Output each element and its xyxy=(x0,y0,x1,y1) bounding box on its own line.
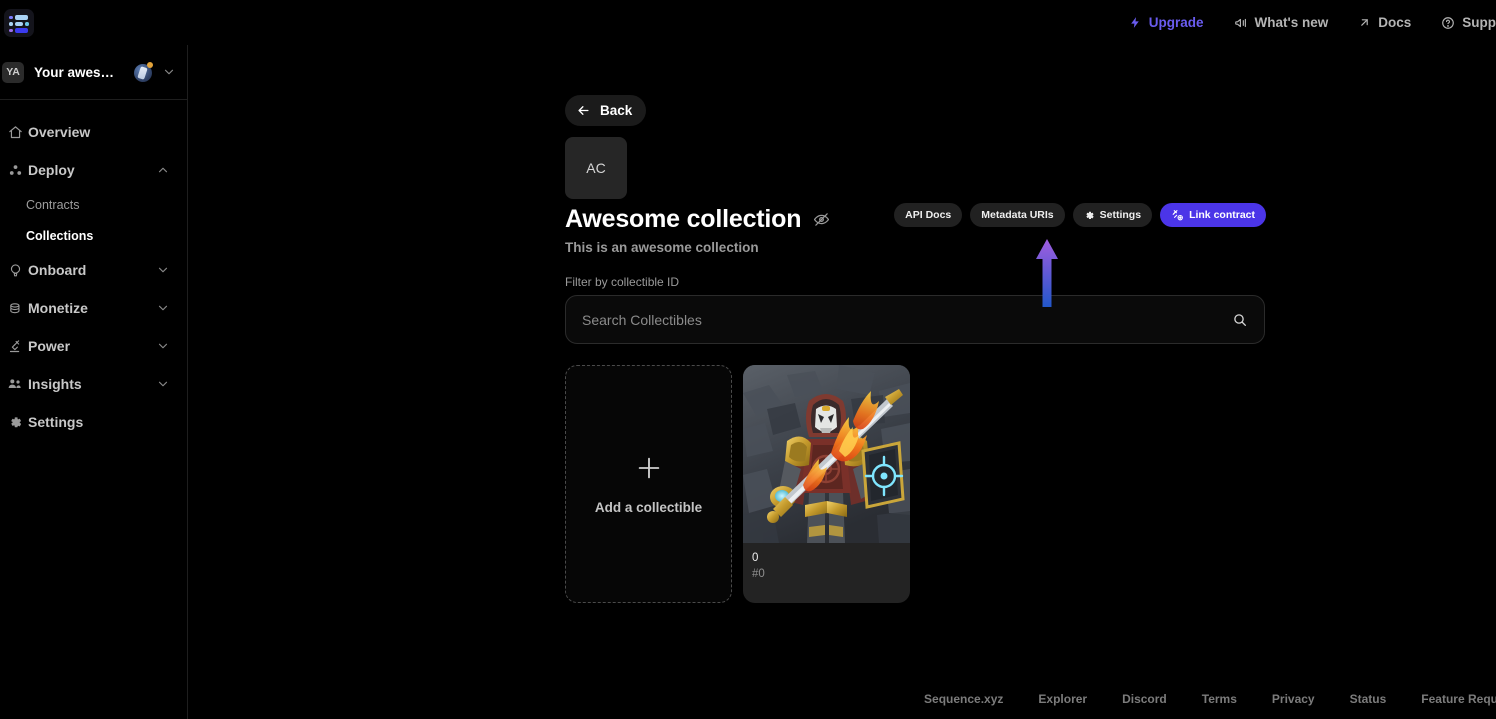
sidebar-item-overview[interactable]: Overview xyxy=(0,113,187,151)
footer-link-privacy[interactable]: Privacy xyxy=(1272,692,1315,706)
sidebar-item-insights-label: Insights xyxy=(28,376,82,392)
workspace-name: Your aweso... xyxy=(34,65,120,80)
sidebar-item-deploy[interactable]: Deploy xyxy=(0,151,187,189)
collectible-artwork xyxy=(743,365,910,543)
sidebar-item-settings-label: Settings xyxy=(28,414,83,430)
arrow-left-icon xyxy=(576,103,591,118)
search-collectibles-box[interactable] xyxy=(565,295,1265,344)
add-collectible-card[interactable]: Add a collectible xyxy=(565,365,732,603)
sidebar-nav: Overview Deploy Contracts Collections On… xyxy=(0,100,187,441)
sidebar: YA Your aweso... Overview Deploy Contrac xyxy=(0,45,188,719)
settings-button[interactable]: Settings xyxy=(1073,203,1152,227)
page-title: Awesome collection xyxy=(565,205,801,234)
collection-actions: API Docs Metadata URIs Settings Link con… xyxy=(894,203,1266,227)
megaphone-icon xyxy=(1234,16,1248,30)
footer: Sequence.xyz Explorer Discord Terms Priv… xyxy=(188,679,1496,719)
sidebar-item-onboard[interactable]: Onboard xyxy=(0,251,187,289)
metadata-uris-label: Metadata URIs xyxy=(981,209,1053,221)
sidebar-item-power[interactable]: Power xyxy=(0,327,187,365)
api-docs-label: API Docs xyxy=(905,209,951,221)
back-button[interactable]: Back xyxy=(565,95,646,126)
link-plus-icon xyxy=(1171,209,1184,222)
collectible-meta: 0 #0 xyxy=(743,543,910,582)
app-logo[interactable] xyxy=(0,0,46,45)
topnav-docs[interactable]: Docs xyxy=(1358,15,1411,30)
sidebar-item-contracts[interactable]: Contracts xyxy=(0,189,187,220)
sidebar-item-collections-label: Collections xyxy=(26,229,93,243)
footer-link-feature-requests[interactable]: Feature Requests xyxy=(1421,692,1496,706)
workspace-switcher[interactable]: YA Your aweso... xyxy=(0,45,187,100)
sidebar-item-power-label: Power xyxy=(28,338,70,354)
external-arrow-icon xyxy=(1358,16,1371,29)
topnav-upgrade-label: Upgrade xyxy=(1149,15,1204,30)
chevron-down-icon[interactable] xyxy=(156,377,170,391)
top-navigation: Upgrade What's new Docs Support xyxy=(1099,0,1496,45)
sidebar-item-overview-label: Overview xyxy=(28,124,90,140)
lightning-icon xyxy=(1129,16,1142,29)
collectibles-grid: Add a collectible xyxy=(565,365,910,603)
chevron-down-icon[interactable] xyxy=(156,263,170,277)
collection-description: This is an awesome collection xyxy=(565,240,759,255)
workspace-avatar: YA xyxy=(2,62,24,83)
nodes-icon xyxy=(2,163,28,178)
coins-icon xyxy=(2,301,28,316)
collectible-name: 0 xyxy=(752,551,901,567)
api-docs-button[interactable]: API Docs xyxy=(894,203,962,227)
network-globe-icon[interactable] xyxy=(133,62,153,82)
footer-link-discord[interactable]: Discord xyxy=(1122,692,1167,706)
eye-off-icon[interactable] xyxy=(813,211,830,228)
footer-link-status[interactable]: Status xyxy=(1350,692,1387,706)
metadata-uris-button[interactable]: Metadata URIs xyxy=(970,203,1064,227)
chevron-down-icon[interactable] xyxy=(156,339,170,353)
topnav-upgrade[interactable]: Upgrade xyxy=(1129,15,1204,30)
sidebar-item-monetize[interactable]: Monetize xyxy=(0,289,187,327)
topnav-docs-label: Docs xyxy=(1378,15,1411,30)
launch-icon xyxy=(2,339,28,354)
chevron-up-icon[interactable] xyxy=(156,163,170,177)
gear-icon xyxy=(1084,210,1095,221)
sidebar-item-monetize-label: Monetize xyxy=(28,300,88,316)
footer-link-sequence[interactable]: Sequence.xyz xyxy=(924,692,1003,706)
search-input[interactable] xyxy=(582,312,1232,328)
topnav-whats-new-label: What's new xyxy=(1255,15,1329,30)
topnav-support-label: Support xyxy=(1462,15,1496,30)
sidebar-item-insights[interactable]: Insights xyxy=(0,365,187,403)
settings-button-label: Settings xyxy=(1100,209,1141,221)
sidebar-item-deploy-label: Deploy xyxy=(28,162,75,178)
question-circle-icon xyxy=(1441,16,1455,30)
chevron-down-icon[interactable] xyxy=(156,301,170,315)
link-contract-label: Link contract xyxy=(1189,209,1255,221)
home-icon xyxy=(2,125,28,140)
sidebar-item-settings[interactable]: Settings xyxy=(0,403,187,441)
sidebar-item-contracts-label: Contracts xyxy=(26,198,80,212)
collectible-card[interactable]: 0 #0 xyxy=(743,365,910,603)
link-contract-button[interactable]: Link contract xyxy=(1160,203,1266,227)
collectible-token-id: #0 xyxy=(752,567,901,583)
collection-avatar: AC xyxy=(565,137,627,199)
sidebar-item-collections[interactable]: Collections xyxy=(0,220,187,251)
filter-label: Filter by collectible ID xyxy=(565,275,679,289)
footer-link-explorer[interactable]: Explorer xyxy=(1038,692,1087,706)
plus-icon xyxy=(635,454,663,482)
top-bar: Upgrade What's new Docs Support xyxy=(0,0,1496,45)
footer-link-terms[interactable]: Terms xyxy=(1202,692,1237,706)
search-icon[interactable] xyxy=(1232,312,1248,328)
chevron-down-icon xyxy=(162,65,176,79)
sidebar-item-onboard-label: Onboard xyxy=(28,262,86,278)
topnav-support[interactable]: Support xyxy=(1441,15,1496,30)
back-button-label: Back xyxy=(600,103,632,118)
main-content: Back AC Awesome collection This is an aw… xyxy=(188,45,1496,719)
people-icon xyxy=(2,376,28,392)
add-collectible-label: Add a collectible xyxy=(595,500,702,515)
topnav-whats-new[interactable]: What's new xyxy=(1234,15,1329,30)
balloon-icon xyxy=(2,263,28,278)
sequence-logo-icon xyxy=(4,9,34,37)
gear-icon xyxy=(2,415,28,430)
